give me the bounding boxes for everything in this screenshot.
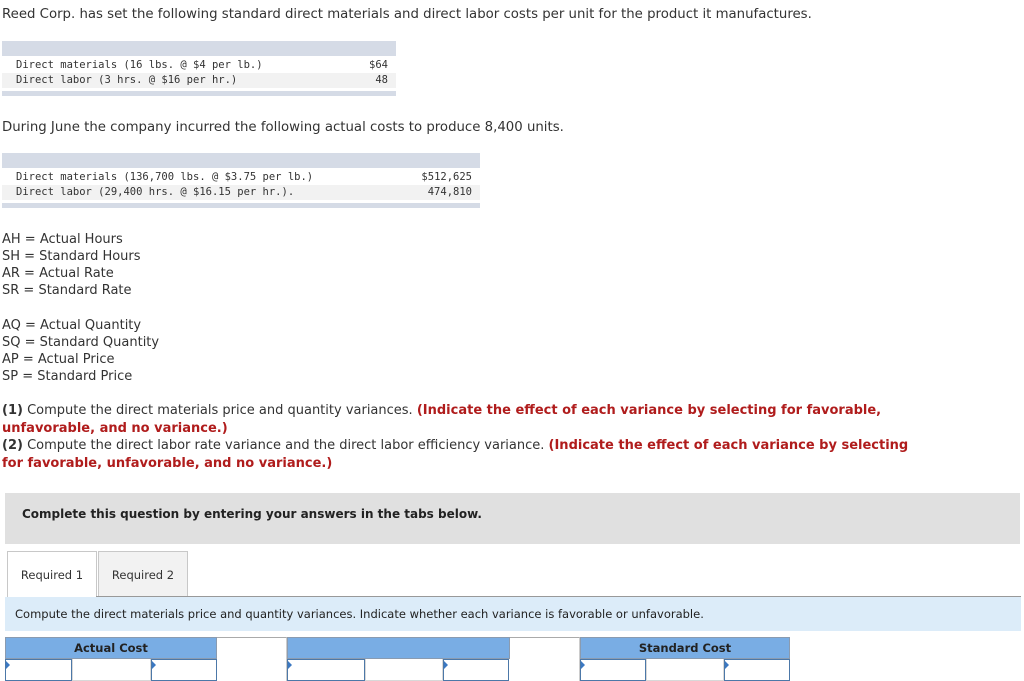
header-standard-cost: Standard Cost (580, 637, 790, 659)
row-value: $512,625 (421, 171, 472, 183)
input-marker-icon (288, 661, 292, 669)
grid-gap (217, 637, 287, 681)
header-actual-cost: Actual Cost (5, 637, 217, 659)
grid-gap (510, 637, 580, 681)
row-value: $64 (369, 59, 388, 71)
instruction-text: Compute the direct materials price and q… (15, 607, 704, 621)
materials-definitions: AQ = Actual Quantity SQ = Standard Quant… (2, 317, 159, 385)
tab-required-2[interactable]: Required 2 (98, 551, 188, 597)
grid-spacer (72, 659, 151, 681)
standard-costs-table: Direct materials (16 lbs. @ $4 per lb.) … (2, 41, 396, 96)
definition: SR = Standard Rate (2, 283, 132, 298)
banner-text: Complete this question by entering your … (22, 507, 482, 521)
actual-price-input[interactable] (151, 659, 217, 681)
actual-quantity-input[interactable] (5, 659, 72, 681)
row-label: Direct materials (16 lbs. @ $4 per lb.) (16, 59, 263, 71)
question-number: (1) (2, 403, 23, 418)
table-row: Direct labor (29,400 hrs. @ $16.15 per h… (2, 185, 480, 200)
row-label: Direct materials (136,700 lbs. @ $3.75 p… (16, 171, 314, 183)
row-value: 474,810 (427, 186, 472, 198)
grid-spacer (646, 659, 724, 681)
row-label: Direct labor (29,400 hrs. @ $16.15 per h… (16, 186, 295, 198)
question-text: Compute the direct materials price and q… (22, 403, 417, 418)
question-2: (2) Compute the direct labor rate varian… (2, 437, 912, 472)
actual-costs-table: Direct materials (136,700 lbs. @ $3.75 p… (2, 153, 480, 208)
input-marker-icon (581, 661, 585, 669)
standard-quantity-input[interactable] (580, 659, 646, 681)
tab-required-1[interactable]: Required 1 (7, 551, 97, 598)
table-header-bar (2, 41, 396, 56)
instruction-bar: Compute the direct materials price and q… (5, 597, 1021, 631)
definition: AQ = Actual Quantity (2, 318, 142, 333)
definition: AH = Actual Hours (2, 232, 123, 247)
table-footer-bar (2, 91, 396, 96)
table-row: Direct materials (136,700 lbs. @ $3.75 p… (2, 170, 480, 185)
table-row: Direct materials (16 lbs. @ $4 per lb.) … (2, 58, 396, 73)
table-row: Direct labor (3 hrs. @ $16 per hr.) 48 (2, 73, 396, 88)
intro-actual-text: During June the company incurred the fol… (2, 120, 564, 135)
variance-grid: Actual Cost Standard Cost (5, 637, 790, 681)
input-marker-icon (725, 661, 729, 669)
question-1: (1) Compute the direct materials price a… (2, 402, 912, 437)
question-text: Compute the direct labor rate variance a… (22, 438, 549, 453)
row-label: Direct labor (3 hrs. @ $16 per hr.) (16, 74, 238, 86)
header-middle (287, 637, 510, 659)
intro-standard-text: Reed Corp. has set the following standar… (2, 7, 812, 22)
input-marker-icon (444, 661, 448, 669)
table-footer-bar (2, 203, 480, 208)
input-marker-icon (152, 661, 156, 669)
middle-quantity-input[interactable] (287, 659, 365, 681)
definition: SP = Standard Price (2, 369, 133, 384)
middle-price-input[interactable] (443, 659, 509, 681)
definition: SQ = Standard Quantity (2, 335, 160, 350)
table-header-bar (2, 153, 480, 168)
definition: AP = Actual Price (2, 352, 115, 367)
definition: AR = Actual Rate (2, 266, 114, 281)
question-number: (2) (2, 438, 23, 453)
row-value: 48 (375, 74, 388, 86)
standard-price-input[interactable] (724, 659, 790, 681)
definition: SH = Standard Hours (2, 249, 141, 264)
labor-definitions: AH = Actual Hours SH = Standard Hours AR… (2, 231, 141, 299)
complete-question-banner: Complete this question by entering your … (5, 493, 1020, 544)
grid-spacer (365, 659, 443, 681)
input-marker-icon (6, 661, 10, 669)
